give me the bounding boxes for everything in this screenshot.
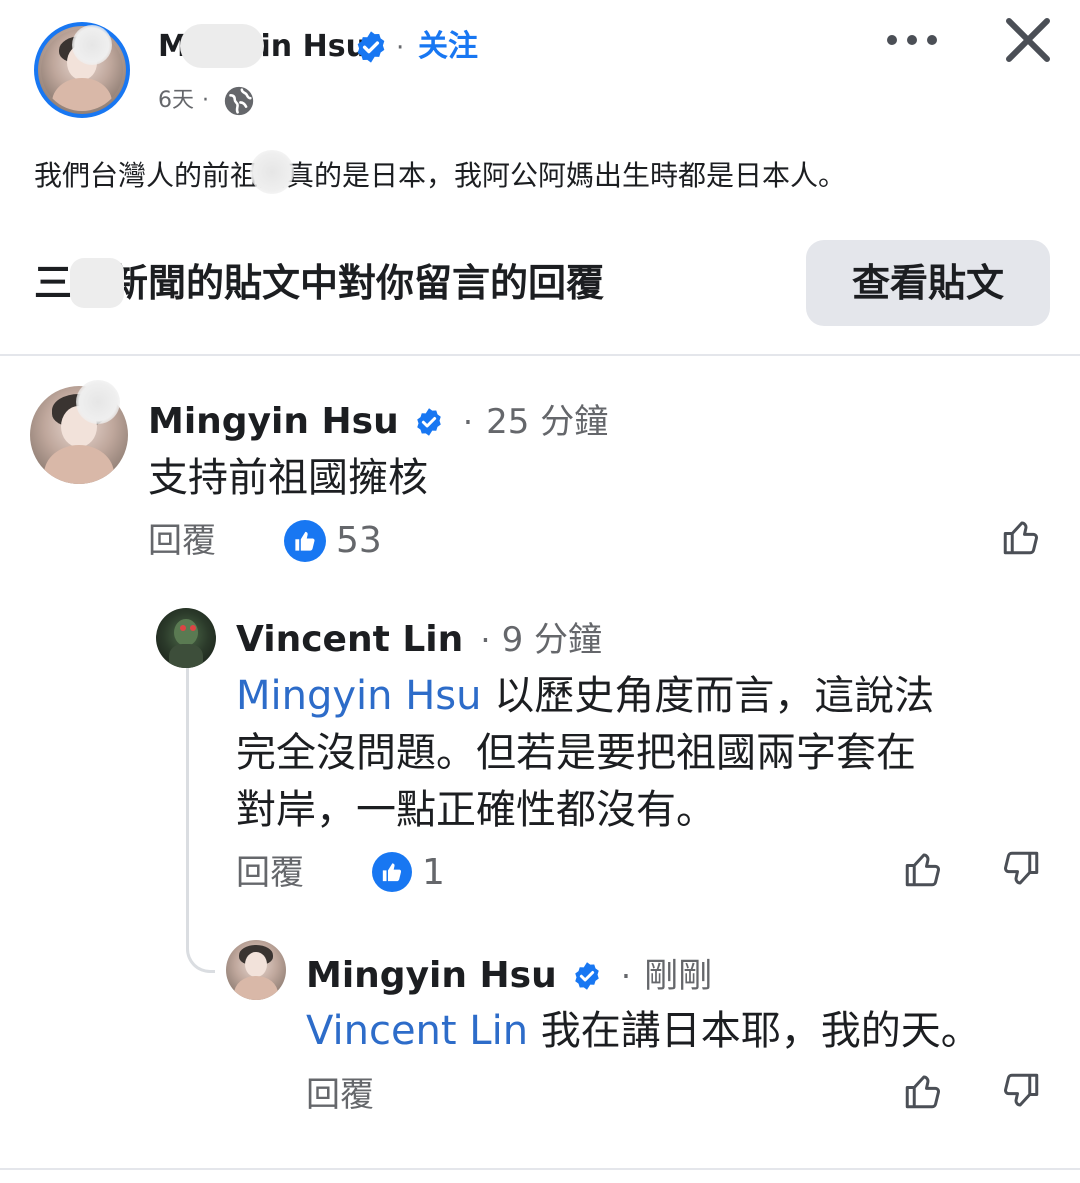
verified-badge-icon <box>414 407 444 437</box>
comment-text-line: 以歷史角度而言，這說法 <box>481 673 935 719</box>
thumbs-up-icon[interactable] <box>1000 516 1042 558</box>
section-divider <box>0 354 1080 356</box>
comment-time: 9 分鐘 <box>501 620 603 660</box>
comment-text: Mingyin Hsu 以歷史角度而言，這說法 完全沒問題。但若是要把祖國兩字套… <box>236 668 1036 839</box>
like-reaction-icon <box>372 852 412 892</box>
mention-link[interactable]: Mingyin Hsu <box>236 673 482 719</box>
bottom-divider <box>0 1168 1080 1170</box>
thread-line <box>186 668 215 973</box>
comment-time: 剛剛 <box>644 956 713 996</box>
comment-text: 支持前祖國擁核 <box>148 455 428 501</box>
comment-text: Vincent Lin 我在講日本耶，我的天。 <box>306 1004 981 1058</box>
follow-button[interactable]: 关注 <box>418 28 478 66</box>
reply-button[interactable]: 回覆 <box>236 850 304 896</box>
reply-button[interactable]: 回覆 <box>306 1072 374 1118</box>
comment-avatar[interactable] <box>226 940 286 1000</box>
time-dot: · <box>202 88 209 113</box>
like-reaction-icon <box>284 520 326 562</box>
like-count: 1 <box>422 852 445 893</box>
verified-badge-icon <box>572 961 602 991</box>
comment-avatar[interactable] <box>156 608 216 668</box>
thumbs-up-icon[interactable] <box>902 848 944 890</box>
thumbs-down-icon[interactable] <box>1000 1070 1042 1112</box>
comment-time: 25 分鐘 <box>486 402 609 442</box>
thumbs-up-icon[interactable] <box>902 1070 944 1112</box>
comment-author-name[interactable]: Mingyin Hsu <box>148 401 399 442</box>
close-icon[interactable] <box>1004 16 1052 64</box>
comment-text-body: 我在講日本耶，我的天。 <box>528 1008 981 1054</box>
comment-dot: · <box>480 621 491 659</box>
like-count: 53 <box>336 520 382 561</box>
header-dot: · <box>396 33 405 63</box>
comment-header: Vincent Lin · 9 分鐘 <box>236 612 602 663</box>
globe-icon <box>222 84 256 118</box>
view-post-button[interactable]: 查看貼文 <box>806 240 1050 326</box>
comment-header: Mingyin Hsu · 25 分鐘 <box>148 394 608 445</box>
more-options-icon[interactable] <box>886 32 938 48</box>
comment-text-line: 對岸，一點正確性都沒有。 <box>236 787 716 833</box>
comment-dot: · <box>462 403 474 441</box>
comment-dot: · <box>620 957 632 995</box>
thumbs-down-icon[interactable] <box>1000 848 1042 890</box>
reply-button[interactable]: 回覆 <box>148 518 216 564</box>
verified-badge-icon <box>354 30 388 64</box>
comment-author-name[interactable]: Vincent Lin <box>236 619 463 660</box>
comment-author-name[interactable]: Mingyin Hsu <box>306 955 557 996</box>
mention-link[interactable]: Vincent Lin <box>306 1008 528 1054</box>
view-post-button-label: 查看貼文 <box>851 261 1004 305</box>
post-time: 6天 <box>158 88 194 113</box>
comment-header: Mingyin Hsu · 剛剛 <box>306 948 712 999</box>
comment-text-line: 完全沒問題。但若是要把祖國兩字套在 <box>236 730 916 776</box>
post-text: 我們台灣人的前祖國真的是日本，我阿公阿媽出生時都是日本人。 <box>34 159 847 192</box>
